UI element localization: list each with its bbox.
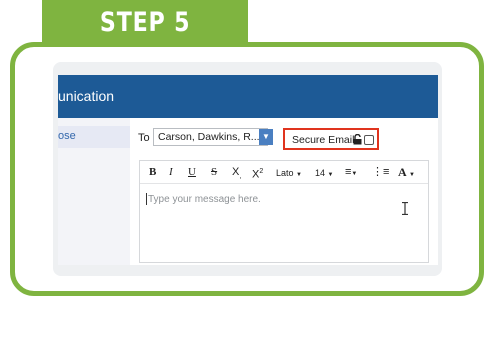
app-header: unication	[58, 75, 438, 118]
to-recipients-value: Carson, Dawkins, R...	[158, 131, 260, 143]
secure-email-checkbox[interactable]	[364, 135, 374, 145]
underline-button[interactable]: U	[188, 166, 196, 178]
align-menu-button[interactable]: ≡▼	[345, 166, 357, 180]
secure-email-label: Secure Email	[292, 134, 355, 146]
font-size-select[interactable]: 14 ▼	[315, 167, 333, 181]
caret-down-icon: ▼	[409, 172, 415, 178]
font-family-select[interactable]: Lato ▼	[276, 167, 302, 181]
message-editor[interactable]: B I U S X, X2 Lato ▼ 14 ▼ ≡▼ ⋮≡ A ▼ Type…	[139, 160, 429, 263]
caret-down-icon: ▼	[296, 172, 302, 178]
sidebar: ose	[58, 118, 130, 265]
to-recipients-field[interactable]: Carson, Dawkins, R...	[153, 128, 268, 146]
caret-down-icon: ▼	[327, 172, 334, 178]
subscript-button[interactable]: X,	[232, 166, 241, 183]
to-dropdown-button[interactable]: ▼	[259, 129, 273, 145]
to-label: To	[138, 132, 150, 144]
caret-down-icon: ▼	[351, 171, 358, 177]
message-input-placeholder: Type your message here.	[148, 194, 261, 205]
bullet-list-button[interactable]: ⋮≡	[372, 166, 389, 178]
step-label: STEP 5	[99, 6, 191, 38]
list-icon: ⋮≡	[372, 166, 390, 178]
superscript-button[interactable]: X2	[252, 166, 263, 181]
strikethrough-button[interactable]: S	[211, 166, 217, 178]
text-caret	[146, 193, 147, 205]
font-color-icon: A	[398, 165, 407, 179]
font-family-value: Lato	[276, 168, 294, 178]
bold-button[interactable]: B	[149, 166, 156, 178]
unlock-icon	[353, 134, 362, 145]
italic-button[interactable]: I	[169, 166, 173, 178]
sidebar-item-compose[interactable]: ose	[58, 126, 130, 148]
editor-toolbar: B I U S X, X2 Lato ▼ 14 ▼ ≡▼ ⋮≡ A ▼	[140, 161, 428, 184]
sidebar-item-label: ose	[58, 130, 76, 142]
text-color-button[interactable]: A ▼	[398, 166, 415, 181]
step-banner: STEP 5	[42, 0, 248, 44]
chevron-down-icon: ▼	[262, 132, 270, 141]
ibeam-cursor-icon	[402, 202, 408, 215]
secure-email-toggle[interactable]: Secure Email	[283, 128, 379, 150]
app-header-title: unication	[58, 88, 115, 104]
font-size-value: 14	[315, 168, 326, 178]
